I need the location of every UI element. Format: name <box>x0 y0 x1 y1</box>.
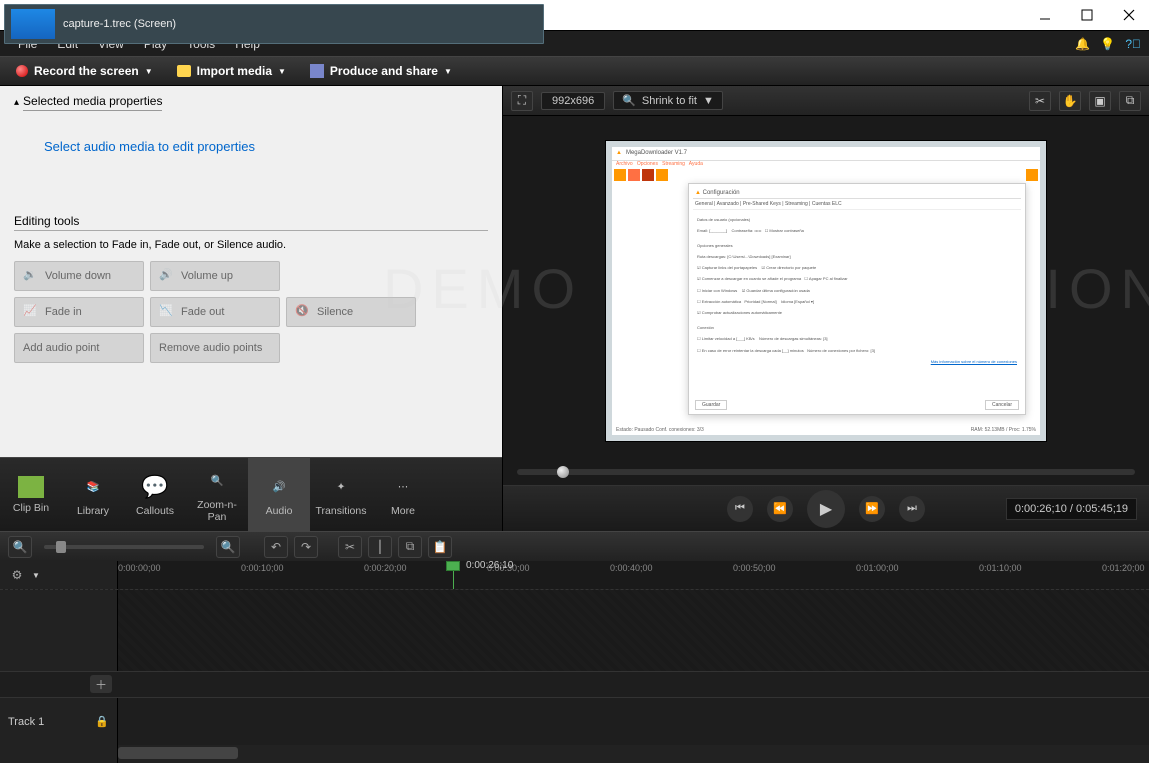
playhead[interactable]: 0:00:26;10 <box>446 561 464 575</box>
tool-tabs: Clip Bin 📚Library 💬Callouts 🔍Zoom-n-Pan … <box>0 457 502 531</box>
preview-frame: ▲MegaDownloader V1.7 Archivo Opciones St… <box>606 141 1046 441</box>
gear-icon[interactable]: ⚙ <box>8 566 26 584</box>
share-icon <box>310 64 324 78</box>
volume-down-button[interactable]: 🔉Volume down <box>14 261 144 291</box>
canvas-panel: ⛶ 992x696 🔍Shrink to fit▼ ✂ ✋ ▣ ⧉ DEMO V… <box>502 86 1149 531</box>
editing-tools-header: Editing tools <box>14 214 488 231</box>
copy-button[interactable]: ⧉ <box>398 536 422 558</box>
bell-icon[interactable]: 🔔 <box>1075 37 1090 51</box>
forward-button[interactable]: ⏩ <box>859 496 885 522</box>
add-track-button[interactable]: ＋ <box>90 675 112 693</box>
help-icon[interactable]: ?⃝ <box>1125 37 1141 51</box>
cut-button[interactable]: ✂ <box>338 536 362 558</box>
undo-button[interactable]: ↶ <box>264 536 288 558</box>
silence-icon: 🔇 <box>295 304 311 320</box>
crop-button[interactable]: ✂ <box>1029 91 1051 111</box>
tab-library[interactable]: 📚Library <box>62 458 124 531</box>
audio-icon: 🔊 <box>265 473 293 501</box>
timeline-clip[interactable]: capture-1.trec (Screen) <box>4 4 544 44</box>
fade-out-icon: 📉 <box>159 304 175 320</box>
zoom-in-button[interactable]: 🔍 <box>216 536 240 558</box>
timeline-toolbar: 🔍 🔍 ↶ ↷ ✂ ⎮ ⧉ 📋 <box>0 531 1149 561</box>
play-button[interactable]: ▶ <box>807 490 845 528</box>
tab-clip-bin[interactable]: Clip Bin <box>0 458 62 531</box>
track-label: Track 1 <box>8 716 44 728</box>
zoom-icon: 🔍 <box>203 467 231 495</box>
zoom-slider[interactable] <box>44 545 204 549</box>
silence-button[interactable]: 🔇Silence <box>286 297 416 327</box>
clip-thumbnail <box>11 9 55 39</box>
folder-icon <box>177 65 191 77</box>
clip-label: capture-1.trec (Screen) <box>63 18 176 30</box>
zoom-out-button[interactable]: 🔍 <box>8 536 32 558</box>
rewind-button[interactable]: ⏪ <box>767 496 793 522</box>
callouts-icon: 💬 <box>141 473 169 501</box>
tab-audio[interactable]: 🔊Audio <box>248 458 310 531</box>
timecode-display: 0:00:26;10 / 0:05:45;19 <box>1006 498 1137 520</box>
tab-zoom-n-pan[interactable]: 🔍Zoom-n-Pan <box>186 458 248 531</box>
split-button[interactable]: ⎮ <box>368 536 392 558</box>
fade-out-button[interactable]: 📉Fade out <box>150 297 280 327</box>
remove-audio-points-button[interactable]: Remove audio points <box>150 333 280 363</box>
minimize-button[interactable] <box>1033 3 1057 27</box>
editing-subtext: Make a selection to Fade in, Fade out, o… <box>14 239 488 251</box>
tab-callouts[interactable]: 💬Callouts <box>124 458 186 531</box>
transitions-icon: ✦ <box>327 473 355 501</box>
playback-controls: ⏮ ⏪ ▶ ⏩ ⏭ 0:00:26;10 / 0:05:45;19 <box>503 485 1149 531</box>
clip-bin-icon <box>18 476 44 498</box>
section-header: Selected media properties <box>23 94 162 111</box>
dimensions-display[interactable]: 992x696 <box>541 92 605 110</box>
tab-transitions[interactable]: ✦Transitions <box>310 458 372 531</box>
tab-more[interactable]: ⋯More <box>372 458 434 531</box>
collapse-icon[interactable]: ▴ <box>14 97 19 108</box>
layers-button[interactable]: ▣ <box>1089 91 1111 111</box>
more-icon: ⋯ <box>389 473 417 501</box>
hint-text: Select audio media to edit properties <box>44 139 488 154</box>
properties-panel: ▴ Selected media properties Select audio … <box>0 86 502 531</box>
library-icon: 📚 <box>79 473 107 501</box>
record-icon <box>16 65 28 77</box>
produce-share-button[interactable]: Produce and share▼ <box>302 60 460 82</box>
fullscreen-button[interactable]: ⛶ <box>511 91 533 111</box>
fade-in-icon: 📈 <box>23 304 39 320</box>
detach-button[interactable]: ⧉ <box>1119 91 1141 111</box>
scrubber[interactable] <box>503 465 1149 485</box>
fade-in-button[interactable]: 📈Fade in <box>14 297 144 327</box>
lock-icon[interactable]: 🔒 <box>95 715 109 728</box>
import-media-button[interactable]: Import media▼ <box>169 60 294 82</box>
pan-button[interactable]: ✋ <box>1059 91 1081 111</box>
paste-button[interactable]: 📋 <box>428 536 452 558</box>
timeline: ⚙▼ 0:00:00;00 0:00:10;00 0:00:20;00 0:00… <box>0 561 1149 763</box>
track-1: Track 1 🔒 capture-1.trec (Screen) <box>0 697 1149 745</box>
redo-button[interactable]: ↷ <box>294 536 318 558</box>
prev-frame-button[interactable]: ⏮ <box>727 496 753 522</box>
time-ruler[interactable]: 0:00:00;00 0:00:10;00 0:00:20;00 0:00:30… <box>118 561 1149 589</box>
close-button[interactable] <box>1117 3 1141 27</box>
maximize-button[interactable] <box>1075 3 1099 27</box>
scrubber-thumb[interactable] <box>557 466 569 478</box>
canvas-toolbar: ⛶ 992x696 🔍Shrink to fit▼ ✂ ✋ ▣ ⧉ <box>503 86 1149 116</box>
record-screen-button[interactable]: Record the screen▼ <box>8 60 161 82</box>
horizontal-scrollbar[interactable] <box>118 745 1149 763</box>
volume-up-button[interactable]: 🔊Volume up <box>150 261 280 291</box>
bulb-icon[interactable]: 💡 <box>1100 37 1115 51</box>
main-toolbar: Record the screen▼ Import media▼ Produce… <box>0 56 1149 86</box>
volume-up-icon: 🔊 <box>159 268 175 284</box>
add-audio-point-button[interactable]: Add audio point <box>14 333 144 363</box>
canvas[interactable]: DEMO VERSION ▲MegaDownloader V1.7 Archiv… <box>503 116 1149 465</box>
next-frame-button[interactable]: ⏭ <box>899 496 925 522</box>
volume-down-icon: 🔉 <box>23 268 39 284</box>
empty-track-area[interactable] <box>0 589 1149 671</box>
zoom-select[interactable]: 🔍Shrink to fit▼ <box>613 91 723 110</box>
